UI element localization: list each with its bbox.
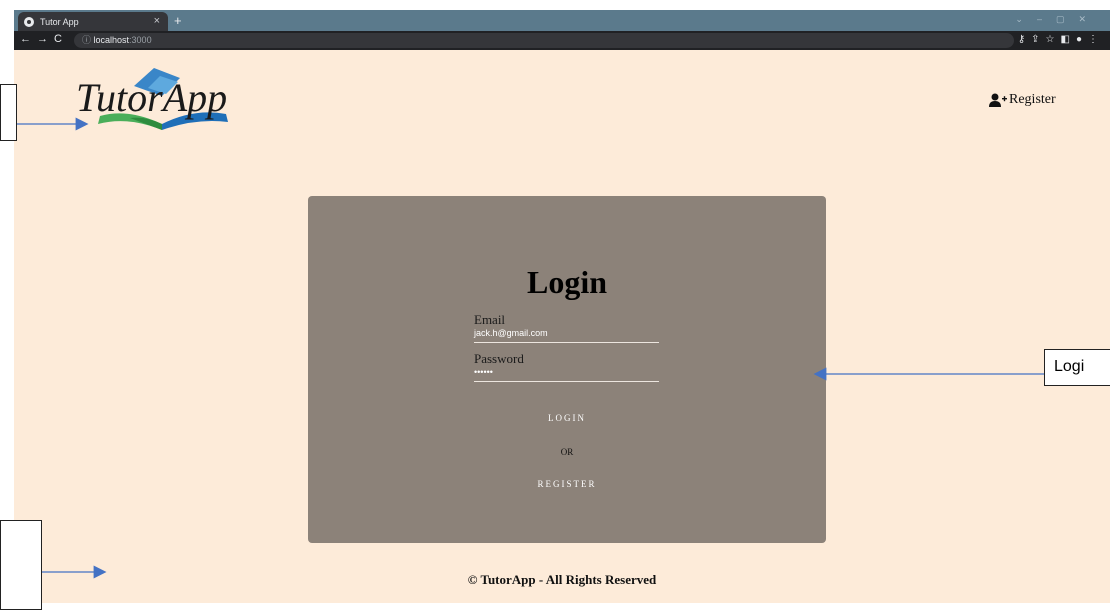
tab-close-icon[interactable]: × — [154, 15, 160, 27]
url-field[interactable]: ⓘ localhost:3000 — [74, 33, 1014, 48]
browser-tab[interactable]: Tutor App × — [18, 12, 168, 31]
header-register-link[interactable]: Register — [989, 92, 1056, 108]
url-host: localhost — [93, 35, 130, 45]
annotation-box-login: Logi — [1044, 349, 1110, 386]
annotation-box-footer — [0, 520, 42, 610]
address-bar: ←→C ⓘ localhost:3000 ⚷⇪☆◧●⋮ — [14, 31, 1110, 50]
screenshot-frame: Tutor App × + ⌄–▢✕ ←→C ⓘ localhost:3000 … — [0, 0, 1110, 610]
logo-text[interactable]: TutorApp — [76, 74, 227, 121]
url-port: :3000 — [129, 35, 152, 45]
register-button[interactable]: REGISTER — [308, 479, 826, 489]
login-card: Login Email jack.h@gmail.com Password ••… — [308, 196, 826, 543]
register-link-label: Register — [1009, 92, 1056, 107]
user-plus-icon — [989, 93, 1007, 107]
password-label: Password — [474, 351, 524, 366]
login-title: Login — [526, 264, 608, 300]
email-field[interactable]: Email jack.h@gmail.com — [474, 312, 659, 343]
window-controls[interactable]: ⌄–▢✕ — [1015, 14, 1100, 25]
email-input[interactable]: jack.h@gmail.com — [474, 328, 659, 343]
tab-title: Tutor App — [40, 16, 79, 27]
or-separator: OR — [560, 447, 574, 457]
footer-copyright: © TutorApp - All Rights Reserved — [467, 572, 657, 587]
new-tab-icon[interactable]: + — [174, 13, 182, 28]
tab-bar: Tutor App × + ⌄–▢✕ — [14, 10, 1110, 31]
toolbar-icons[interactable]: ⚷⇪☆◧●⋮ — [1018, 34, 1104, 45]
annotation-box-logo — [0, 84, 17, 141]
browser-chrome: Tutor App × + ⌄–▢✕ ←→C ⓘ localhost:3000 … — [14, 10, 1110, 50]
login-button[interactable]: LOGIN — [308, 413, 826, 423]
email-label: Email — [474, 312, 506, 327]
password-input[interactable]: •••••• — [474, 367, 659, 382]
favicon-icon — [24, 16, 34, 27]
nav-buttons[interactable]: ←→C — [20, 33, 68, 45]
page-body: TutorApp Register Login Email jack.h@gma… — [14, 50, 1110, 603]
password-field[interactable]: Password •••••• — [474, 351, 659, 382]
